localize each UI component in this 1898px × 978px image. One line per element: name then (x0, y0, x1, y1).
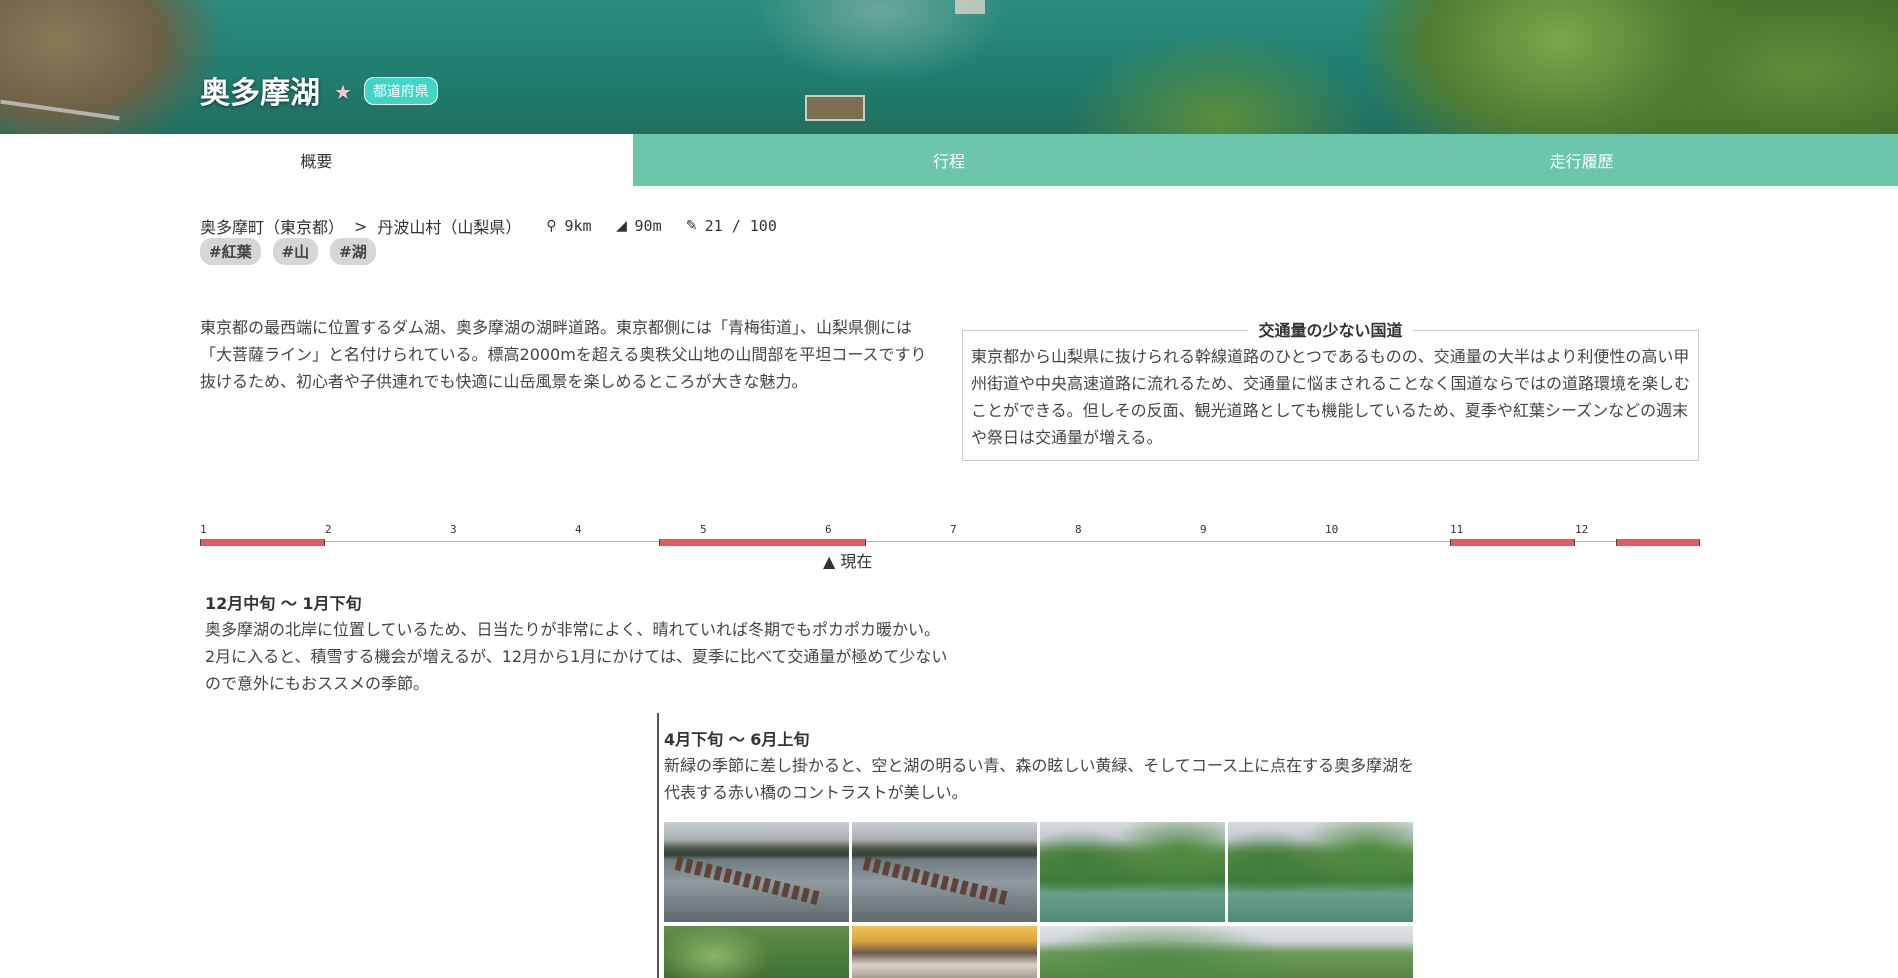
route-start: 奥多摩町（東京都） (200, 218, 345, 237)
season-divider (657, 713, 659, 978)
note-body: 東京都から山梨県に抜けられる幹線道路のひとつであるものの、交通量の大半はより利便… (971, 347, 1691, 447)
season-timeline: 1 2 3 4 5 6 7 8 9 10 11 12 (200, 520, 1700, 560)
season-period: 12月中旬 ～ 1月下旬 (205, 594, 362, 613)
elevation-value: 90m (634, 217, 662, 235)
season-entry-winter: 12月中旬 ～ 1月下旬 奥多摩湖の北岸に位置しているため、日当たりが非常によく… (205, 592, 950, 697)
route-description: 東京都の最西端に位置するダム湖、奥多摩湖の湖畔道路。東京都側には「青梅街道」、山… (200, 318, 927, 391)
month-label: 9 (1200, 523, 1207, 536)
season-bar (658, 539, 867, 546)
note-title: 交通量の少ない国道 (1248, 321, 1413, 340)
month-label: 8 (1075, 523, 1082, 536)
photo-thumbnail[interactable] (1040, 822, 1225, 922)
elevation-stat: ◢ 90m (614, 217, 662, 235)
photo-thumbnail[interactable] (852, 926, 1037, 978)
month-label: 12 (1575, 523, 1589, 536)
month-label: 6 (825, 523, 832, 536)
tab-bar: 概要 行程 走行履歴 (0, 134, 1898, 186)
season-description: 新緑の季節に差し掛かると、空と湖の明るい青、森の眩しい黄緑、そしてコース上に点在… (664, 756, 1415, 802)
season-entry-spring: 4月下旬 ～ 6月上旬 新緑の季節に差し掛かると、空と湖の明るい青、森の眩しい黄… (664, 728, 1424, 806)
photo-thumbnail[interactable] (1040, 926, 1413, 978)
tag-lake[interactable]: #湖 (330, 238, 376, 265)
now-marker: ▲ 現在 (823, 552, 873, 571)
month-label: 11 (1450, 523, 1464, 536)
photo-thumbnail[interactable] (664, 822, 849, 922)
note-title-wrap: 交通量の少ない国道 (963, 317, 1698, 341)
route-separator: > (354, 216, 368, 236)
month-label: 10 (1325, 523, 1339, 536)
route-end: 丹波山村（山梨県） (377, 218, 522, 237)
tab-itinerary[interactable]: 行程 (632, 134, 1266, 186)
page-title: 奥多摩湖 (200, 76, 320, 111)
tab-ride-history[interactable]: 走行履歴 (1265, 134, 1898, 186)
info-note-box: 交通量の少ない国道 東京都から山梨県に抜けられる幹線道路のひとつであるものの、交… (962, 321, 1699, 461)
tag-list: #紅葉 #山 #湖 (200, 238, 388, 265)
rating-value: 21 / 100 (704, 217, 777, 235)
distance-value: 9km (564, 217, 592, 235)
season-period: 4月下旬 ～ 6月上旬 (664, 730, 810, 749)
photo-thumbnail[interactable] (664, 926, 849, 978)
photo-thumbnail[interactable] (852, 822, 1037, 922)
tab-overview[interactable]: 概要 (0, 134, 633, 186)
tag-mountain[interactable]: #山 (272, 238, 319, 265)
month-label: 5 (700, 523, 707, 536)
route-icon: ⚲ (546, 218, 557, 234)
month-label: 2 (325, 523, 332, 536)
pin-icon: ✎ (685, 218, 698, 234)
elevation-icon: ◢ (616, 218, 627, 234)
star-icon[interactable]: ★ (334, 80, 352, 104)
prefecture-badge: 都道府県 (363, 77, 438, 105)
month-label: 3 (450, 523, 457, 536)
hero-photo-detail (0, 99, 120, 121)
photo-thumbnail[interactable] (1228, 822, 1413, 922)
season-bar (1616, 539, 1700, 546)
route-meta: 奥多摩町（東京都） > 丹波山村（山梨県） ⚲ 9km ◢ 90m ✎ 21 /… (200, 214, 777, 238)
month-label: 4 (575, 523, 582, 536)
season-description: 奥多摩湖の北岸に位置しているため、日当たりが非常によく、晴れていれば冬期でもポカ… (205, 620, 948, 693)
month-label: 1 (200, 523, 207, 536)
hero-photo-detail (805, 95, 865, 121)
hero-title-group: 奥多摩湖 ★ 都道府県 (200, 68, 438, 112)
hero-banner: 奥多摩湖 ★ 都道府県 (0, 0, 1898, 134)
hero-photo-detail (955, 0, 985, 14)
distance-stat: ⚲ 9km (543, 217, 591, 235)
season-bar (1450, 539, 1575, 546)
rating-stat: ✎ 21 / 100 (684, 217, 777, 235)
month-label: 7 (950, 523, 957, 536)
tag-autumn-leaves[interactable]: #紅葉 (200, 238, 261, 265)
season-bar (200, 539, 325, 546)
